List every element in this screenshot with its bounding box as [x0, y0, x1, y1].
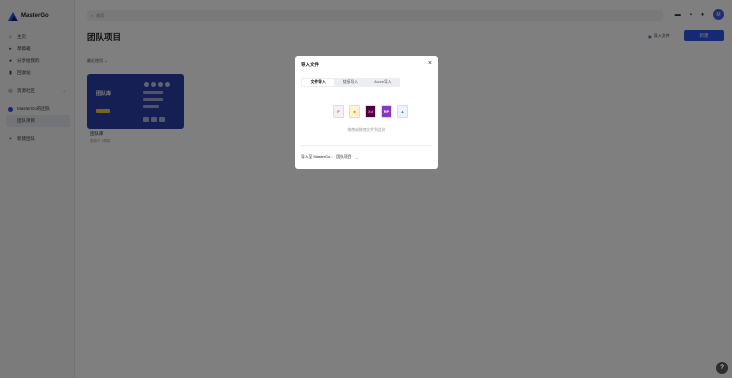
destination-target: 团队项目 [336, 155, 352, 159]
tab-file-import[interactable]: 文件导入 [302, 79, 335, 86]
tab-link-import[interactable]: 链接导入 [334, 79, 366, 86]
tab-axure-import[interactable]: Axure导入 [367, 79, 399, 86]
import-destination[interactable]: 导入至 MasterGo... 团队项目 → [301, 155, 358, 160]
destination-prefix: 导入至 MasterGo... [301, 155, 334, 159]
help-button[interactable]: ? [716, 362, 728, 374]
axure-file-icon: RP [381, 105, 392, 118]
figma-file-icon: F [333, 105, 344, 118]
modal-title: 导入文件 [301, 62, 319, 67]
image-file-icon: ▲ [397, 105, 408, 118]
xd-file-icon: Xd [365, 105, 376, 118]
file-drop-zone[interactable]: F ◆ Xd RP ▲ 拖拽或拖拽文件到此处 [301, 94, 432, 146]
drop-hint: 拖拽或拖拽文件到此处 [347, 128, 386, 132]
import-tabs: 文件导入 链接导入 Axure导入 [301, 78, 400, 87]
sketch-file-icon: ◆ [349, 105, 360, 118]
import-modal: 导入文件 × 文件导入 链接导入 Axure导入 F ◆ Xd RP ▲ 拖拽或拖拽文件… [295, 56, 438, 169]
arrow-right-icon: → [354, 155, 359, 160]
close-icon[interactable]: × [428, 60, 432, 67]
supported-file-types: F ◆ Xd RP ▲ [333, 105, 408, 118]
